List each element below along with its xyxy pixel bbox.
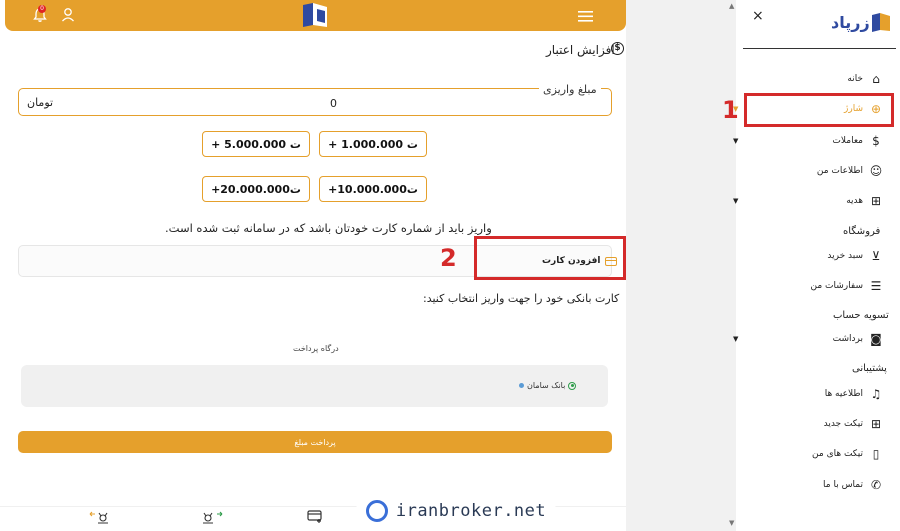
withdraw-icon: ◙ [870, 332, 882, 346]
home-icon: ⌂ [872, 72, 880, 86]
sidebar-item-label: سفارشات من [810, 281, 863, 291]
watermark: iranbroker.net [356, 491, 556, 531]
phone-icon: ✆ [870, 478, 882, 492]
tickets-icon: ▯ [872, 447, 880, 461]
card-add-icon[interactable] [307, 510, 323, 527]
watermark-logo-icon [365, 500, 388, 522]
annotation-box-2 [474, 236, 626, 280]
amount-unit: تومان [27, 96, 54, 109]
select-card-text: کارت بانکی خود را جهت واریز انتخاب کنید: [423, 292, 620, 305]
sidebar-logo-icon [870, 11, 892, 37]
bank-logo-icon [519, 383, 524, 388]
pay-button[interactable]: پرداخت مبلغ [18, 431, 612, 453]
sidebar-item-new-ticket[interactable]: ⊞ تیکت جدید [733, 414, 883, 434]
caret-down-icon: ▼ [733, 335, 739, 343]
sidebar-item-label: خانه [847, 74, 863, 84]
bell-icon: ♫ [870, 387, 882, 401]
sidebar-item-label: هدیه [846, 196, 863, 206]
menu-icon[interactable] [578, 8, 593, 27]
sidebar-item-gift[interactable]: ⊞ هدیه ▼ [733, 191, 883, 211]
sidebar-item-cart[interactable]: ⊻ سبد خرید [733, 246, 883, 266]
preset-5m-button[interactable]: + 5.000.000 ت [202, 131, 310, 157]
sidebar-item-label: تیکت های من [812, 449, 863, 459]
sidebar-heading-store: فروشگاه [843, 226, 881, 237]
bank-option-saman[interactable]: بانک سامان [519, 381, 577, 390]
sidebar-item-label: تماس با ما [823, 480, 863, 490]
page-title: افزایش اعتبار [546, 43, 615, 57]
brand-logo-icon[interactable] [299, 1, 331, 33]
new-ticket-icon: ⊞ [870, 417, 882, 431]
caret-down-icon: ▼ [733, 137, 739, 145]
preset-10m-button[interactable]: +10.000.000ت [319, 176, 427, 202]
notification-badge: 0 [38, 5, 46, 13]
sidebar-item-label: اطلاعات من [816, 166, 863, 176]
exchange-icon[interactable] [200, 510, 224, 527]
sidebar-item-label: اطلاعیه ها [824, 389, 863, 399]
sidebar-item-label: تیکت جدید [823, 419, 863, 429]
transfer-icon[interactable] [89, 510, 111, 527]
close-icon[interactable]: × [752, 8, 764, 24]
sidebar-item-withdraw[interactable]: ◙ برداشت ▼ [733, 329, 883, 349]
radio-selected-icon[interactable] [568, 381, 577, 390]
annotation-box-1 [744, 93, 894, 127]
card-ownership-notice: واریز باید از شماره کارت خودتان باشد که … [165, 221, 492, 235]
brand-name: زرپاد [831, 13, 870, 32]
sidebar-item-home[interactable]: ⌂ خانه [733, 69, 883, 89]
preset-20m-button[interactable]: +20.000.000ت [202, 176, 310, 202]
user-icon[interactable] [61, 7, 75, 26]
sidebar-item-my-info[interactable]: ☺ اطلاعات من [733, 161, 883, 181]
sidebar-item-announcements[interactable]: ♫ اطلاعیه ها [733, 384, 883, 404]
amount-input[interactable] [18, 88, 612, 116]
sidebar-item-label: برداشت [832, 334, 863, 344]
annotation-number-2: 2 [440, 244, 457, 272]
sidebar-item-orders[interactable]: ☰ سفارشات من [733, 276, 883, 296]
sidebar-item-label: سبد خرید [827, 251, 863, 261]
sidebar-item-trades[interactable]: $ معاملات ▼ [733, 131, 883, 151]
orders-icon: ☰ [870, 279, 882, 293]
caret-down-icon: ▼ [733, 197, 739, 205]
amount-legend: مبلغ واریزی [539, 83, 601, 96]
gateway-label: درگاه پرداخت [293, 344, 339, 353]
scroll-down-icon[interactable]: ▼ [729, 519, 734, 527]
preset-1m-button[interactable]: + 1.000.000 ت [319, 131, 427, 157]
bank-name: بانک سامان [527, 381, 566, 390]
sidebar-item-label: معاملات [832, 136, 863, 146]
dollar-icon: $ [872, 134, 880, 148]
sidebar-item-contact[interactable]: ✆ تماس با ما [733, 475, 883, 495]
sidebar-heading-support: پشتیبانی [852, 363, 887, 374]
amount-value: 0 [330, 97, 337, 110]
annotation-number-1: 1 [722, 96, 739, 124]
dollar-icon: $ [611, 42, 624, 55]
scroll-up-icon[interactable]: ▲ [729, 2, 734, 10]
sidebar-heading-settlement: تسویه حساب [833, 310, 889, 321]
cart-icon: ⊻ [871, 249, 881, 263]
sidebar-divider [743, 48, 896, 49]
user-icon: ☺ [869, 164, 883, 178]
sidebar-item-my-tickets[interactable]: ▯ تیکت های من [733, 444, 883, 464]
watermark-text: iranbroker.net [395, 501, 547, 521]
gift-icon: ⊞ [870, 194, 882, 208]
